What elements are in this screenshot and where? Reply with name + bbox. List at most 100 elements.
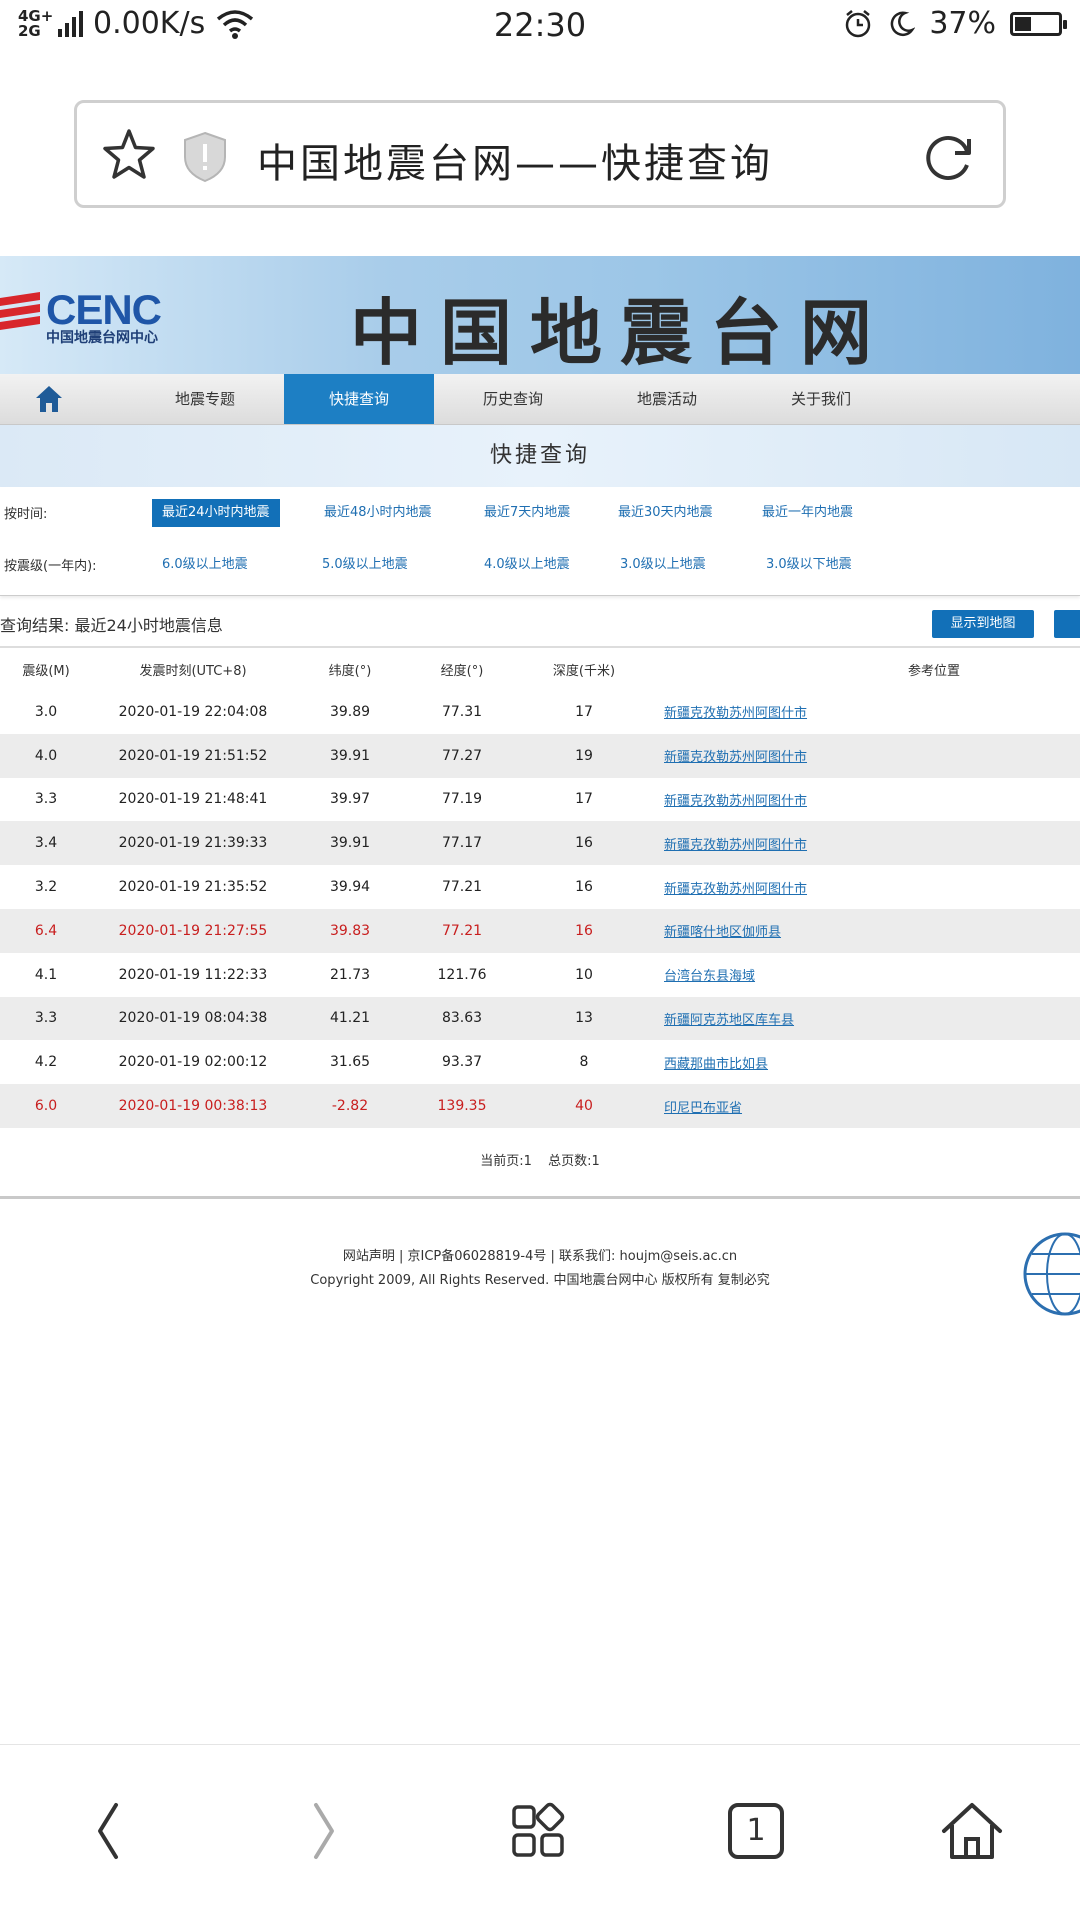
col-location: 参考位置 [907,663,960,679]
location-link[interactable]: 台湾台东县海域 [664,969,755,984]
table-row: 3.0 2020-01-19 22:04:08 39.89 77.31 17 新疆克孜勒苏… [0,690,1080,734]
filter-panel: 按时间: 最近24小时内地震 最近48小时内地震 最近7天内地震 最近30天内地… [0,487,1080,596]
cell-time: 2020-01-19 21:48:41 [118,791,268,808]
filter-mag-6[interactable]: 6.0级以上地震 [152,551,258,579]
result-header: 查询结果: 最近24小时地震信息 显示到地图 [0,596,1080,646]
logo-en: CENC [46,286,162,333]
security-shield-icon[interactable] [181,131,229,183]
table-row: 4.1 2020-01-19 11:22:33 21.73 121.76 10 台湾台东县… [0,953,1080,997]
cell-lat: 39.83 [294,908,406,953]
cell-lat: 39.91 [294,733,406,778]
site-banner: CENC 中国地震台网中心 中国地震台网 [0,256,1080,375]
logo-cn: 中国地震台网中心 [46,330,158,346]
cenc-logo-mark-icon [0,292,40,330]
footer-copyright: Copyright 2009, All Rights Reserved. 中国地… [310,1272,770,1288]
filter-mag-3down[interactable]: 3.0级以下地震 [756,551,862,579]
location-link[interactable]: 新疆克孜勒苏州阿图什市 [664,706,807,721]
cell-lat: 39.97 [329,791,371,808]
nav-activity[interactable]: 地震活动 [592,374,742,424]
filter-mag-5[interactable]: 5.0级以上地震 [312,551,418,579]
cell-time: 2020-01-19 02:00:12 [118,1054,268,1071]
table-row: 3.2 2020-01-19 21:35:52 39.94 77.21 16 新疆克孜勒苏… [0,865,1080,909]
forward-icon[interactable] [288,1795,360,1867]
nav-quick-query[interactable]: 快捷查询 [284,374,434,424]
filter-1y[interactable]: 最近一年内地震 [752,499,863,527]
cell-location: 台湾台东县海域 [650,953,1080,997]
cell-mag: 6.4 [0,908,92,953]
table-row: 4.2 2020-01-19 02:00:12 31.65 93.37 8 西藏那曲市比如… [0,1040,1080,1084]
show-map-button[interactable]: 显示到地图 [932,610,1034,638]
location-link[interactable]: 新疆克孜勒苏州阿图什市 [664,750,807,765]
table-row: 4.0 2020-01-19 21:51:52 39.91 77.27 19 新疆克孜勒苏… [0,733,1080,778]
filter-mag-label: 按震级(一年内): [4,559,97,574]
browser-bottom-bar: 1 [0,1744,1080,1921]
earthquake-table: 震级(M) 发震时刻(UTC+8) 纬度(°) 经度(°) 深度(千米) 参考位… [0,646,1080,1128]
location-link[interactable]: 新疆克孜勒苏州阿图什市 [664,794,807,809]
home-icon[interactable] [936,1795,1008,1867]
web-content: CENC 中国地震台网中心 中国地震台网 地震专题 快捷查询 历史查询 地震活动… [0,256,1080,1316]
cell-time: 2020-01-19 21:51:52 [92,733,294,778]
nav-about[interactable]: 关于我们 [746,374,896,424]
location-link[interactable]: 印尼巴布亚省 [664,1101,742,1116]
cell-depth: 17 [575,703,593,720]
cell-depth: 16 [575,879,593,896]
cell-lon: 77.27 [406,733,518,778]
back-icon[interactable] [72,1795,144,1867]
table-row: 6.0 2020-01-19 00:38:13 -2.82 139.35 40 印尼巴布亚… [0,1084,1080,1128]
page-title[interactable]: 中国地震台网——快捷查询 [257,131,773,189]
cell-mag: 3.2 [34,879,58,896]
cell-lat: 21.73 [329,966,371,983]
second-button[interactable] [1054,610,1080,638]
cell-mag: 4.0 [0,733,92,778]
home-nav-icon[interactable] [34,384,64,414]
nav-history[interactable]: 历史查询 [438,374,588,424]
table-row: 3.4 2020-01-19 21:39:33 39.91 77.17 16 新疆克孜勒苏… [0,821,1080,866]
table-row: 6.4 2020-01-19 21:27:55 39.83 77.21 16 新疆喀什地区… [0,908,1080,953]
col-depth: 深度(千米) [552,663,616,679]
location-link[interactable]: 西藏那曲市比如县 [664,1057,768,1072]
table-header-row: 震级(M) 发震时刻(UTC+8) 纬度(°) 经度(°) 深度(千米) 参考位… [0,647,1080,690]
cell-lon: 77.31 [441,703,483,720]
filter-48h[interactable]: 最近48小时内地震 [314,499,442,527]
site-footer: 网站声明 | 京ICP备06028819-4号 | 联系我们: houjm@se… [0,1199,1080,1316]
filter-mag-3up[interactable]: 3.0级以上地震 [610,551,716,579]
nav-topics[interactable]: 地震专题 [130,374,280,424]
col-time: 发震时刻(UTC+8) [139,663,247,679]
filter-7d[interactable]: 最近7天内地震 [474,499,580,527]
cell-lon: 121.76 [437,966,487,983]
filter-30d[interactable]: 最近30天内地震 [608,499,723,527]
location-link[interactable]: 新疆喀什地区伽师县 [664,925,781,940]
cell-depth: 13 [518,996,650,1041]
address-bar[interactable]: 中国地震台网——快捷查询 [74,100,1006,208]
cell-lon: 77.21 [406,908,518,953]
cell-lat: 31.65 [329,1054,371,1071]
cell-mag: 4.2 [34,1054,58,1071]
tabs-button[interactable]: 1 [720,1795,792,1867]
footer-links[interactable]: 网站声明 | 京ICP备06028819-4号 | 联系我们: houjm@se… [0,1245,1080,1264]
cell-depth: 16 [518,908,650,953]
moon-icon [891,11,916,36]
cell-mag: 3.3 [34,791,58,808]
section-title: 快捷查询 [0,425,1080,487]
reload-icon[interactable] [921,129,977,185]
location-link[interactable]: 新疆阿克苏地区库车县 [664,1013,794,1028]
filter-24h[interactable]: 最近24小时内地震 [152,499,280,527]
cell-location: 西藏那曲市比如县 [650,1040,1080,1084]
pager-current: 当前页:1 [480,1153,532,1169]
bookmark-star-icon[interactable] [101,127,157,183]
cell-lat: 39.94 [329,879,371,896]
cell-lon: 93.37 [441,1054,483,1071]
cell-lon: 139.35 [406,1084,518,1128]
apps-icon[interactable] [504,1795,576,1867]
battery-icon [1010,11,1067,36]
location-link[interactable]: 新疆克孜勒苏州阿图什市 [664,838,807,853]
cell-lat: 39.89 [329,703,371,720]
col-mag: 震级(M) [22,663,70,679]
cell-location: 新疆克孜勒苏州阿图什市 [650,778,1080,822]
cell-time: 2020-01-19 21:39:33 [92,821,294,866]
cenc-logo[interactable]: CENC 中国地震台网中心 [0,286,162,346]
location-link[interactable]: 新疆克孜勒苏州阿图什市 [664,882,807,897]
col-lat: 纬度(°) [328,663,372,679]
table-row: 3.3 2020-01-19 08:04:38 41.21 83.63 13 新疆阿克苏地… [0,996,1080,1041]
filter-mag-4[interactable]: 4.0级以上地震 [474,551,580,579]
